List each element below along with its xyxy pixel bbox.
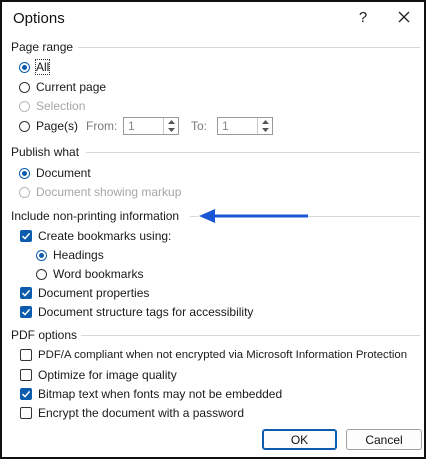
checkbox-bitmap-text-label: Bitmap text when fonts may not be embedd… [38,387,283,401]
divider [190,216,198,217]
ok-button[interactable]: OK [262,429,337,450]
checkbox-document-properties[interactable]: Document properties [20,286,149,300]
radio-document-markup: Document showing markup [19,185,181,199]
to-value[interactable]: 1 [218,118,257,134]
radio-current-page-label: Current page [36,80,107,94]
checkmark-icon [21,390,31,398]
cancel-button[interactable]: Cancel [346,429,422,450]
checkbox-create-bookmarks-box[interactable] [20,230,32,242]
caret-down-icon [167,128,175,132]
from-label: From: [86,119,118,133]
radio-word-bookmarks[interactable]: Word bookmarks [36,267,143,281]
radio-selection-indicator [19,100,30,112]
radio-all[interactable]: All [19,59,51,75]
pdf-options-heading: PDF options [11,328,78,342]
radio-document-label: Document [36,166,91,180]
checkbox-optimize-label: Optimize for image quality [38,368,177,382]
close-icon [398,11,410,23]
checkbox-pdfa-box[interactable] [20,349,32,361]
from-down-arrow[interactable] [164,126,178,134]
from-value[interactable]: 1 [124,118,163,134]
from-spinner[interactable]: 1 [123,117,179,135]
radio-word-bookmarks-label: Word bookmarks [53,267,144,281]
checkbox-document-properties-label: Document properties [38,286,150,300]
radio-headings[interactable]: Headings [36,248,104,262]
radio-all-indicator[interactable] [19,61,30,73]
checkbox-structure-tags-label: Document structure tags for accessibilit… [38,305,254,319]
caret-up-icon [167,120,175,124]
divider [78,47,420,48]
non-printing-heading: Include non-printing information [11,209,180,223]
radio-word-bookmarks-indicator[interactable] [36,268,47,280]
radio-document[interactable]: Document [19,166,91,180]
from-up-arrow[interactable] [164,118,178,126]
radio-pages-indicator[interactable] [19,120,30,132]
radio-all-label: All [34,59,51,75]
annotation-arrow-icon [199,209,308,223]
dialog-title: Options [13,10,65,27]
divider [86,152,420,153]
checkmark-icon [21,232,31,240]
radio-document-markup-label: Document showing markup [36,185,182,199]
radio-document-markup-indicator [19,186,30,198]
help-button[interactable]: ? [356,9,370,26]
checkbox-pdfa-label: PDF/A compliant when not encrypted via M… [38,349,408,361]
divider [307,216,420,217]
checkbox-encrypt[interactable]: Encrypt the document with a password [20,406,244,420]
checkbox-pdfa[interactable]: PDF/A compliant when not encrypted via M… [20,349,407,361]
radio-selection: Selection [19,99,85,113]
caret-up-icon [261,120,269,124]
checkmark-icon [21,308,31,316]
checkbox-document-properties-box[interactable] [20,287,32,299]
radio-headings-label: Headings [53,248,104,262]
radio-selection-label: Selection [36,99,86,113]
page-range-heading: Page range [11,40,74,54]
publish-what-heading: Publish what [11,145,80,159]
radio-headings-indicator[interactable] [36,249,47,261]
to-label: To: [191,119,208,133]
options-dialog: Options ? Page range All Current page Se… [0,0,426,459]
checkbox-optimize-box[interactable] [20,369,32,381]
checkbox-encrypt-box[interactable] [20,407,32,419]
radio-pages-label: Page(s) [36,119,79,133]
checkbox-structure-tags[interactable]: Document structure tags for accessibilit… [20,305,253,319]
radio-document-indicator[interactable] [19,167,30,179]
checkbox-create-bookmarks[interactable]: Create bookmarks using: [20,229,171,243]
radio-current-page[interactable]: Current page [19,80,106,94]
checkmark-icon [21,289,31,297]
to-up-arrow[interactable] [258,118,272,126]
checkbox-structure-tags-box[interactable] [20,306,32,318]
checkbox-bitmap-text[interactable]: Bitmap text when fonts may not be embedd… [20,387,282,401]
checkbox-encrypt-label: Encrypt the document with a password [38,406,245,420]
radio-pages[interactable]: Page(s) [19,119,78,133]
radio-current-page-indicator[interactable] [19,81,30,93]
to-down-arrow[interactable] [258,126,272,134]
caret-down-icon [261,128,269,132]
divider [81,335,420,336]
checkbox-create-bookmarks-label: Create bookmarks using: [38,229,172,243]
checkbox-bitmap-text-box[interactable] [20,388,32,400]
checkbox-optimize[interactable]: Optimize for image quality [20,368,177,382]
to-spinner[interactable]: 1 [217,117,273,135]
close-button[interactable] [394,7,414,27]
